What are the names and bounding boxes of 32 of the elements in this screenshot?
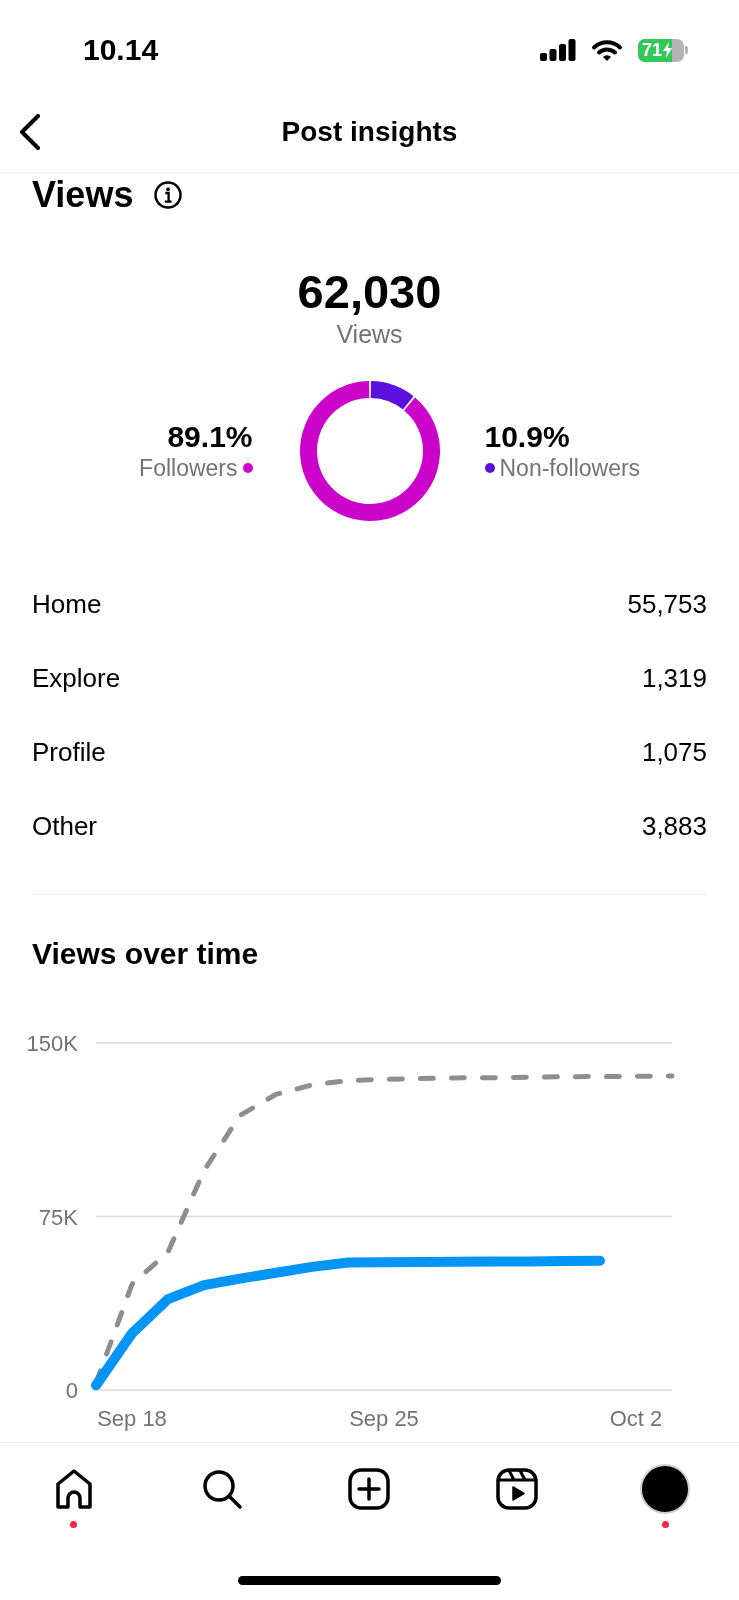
y-axis-label: 150K <box>26 1031 78 1056</box>
x-axis-label: Sep 25 <box>349 1406 419 1431</box>
back-icon[interactable] <box>19 114 41 150</box>
y-axis-label: 0 <box>65 1378 78 1403</box>
total-views-label: Views <box>336 320 403 348</box>
info-icon[interactable] <box>154 181 183 209</box>
row-label: Home <box>32 591 102 617</box>
battery-percentage: 71 <box>642 41 663 59</box>
add-icon[interactable] <box>347 1467 392 1511</box>
section-heading: Views <box>32 177 134 213</box>
percentage-value: 10.9% <box>484 420 570 454</box>
signal-icon <box>540 39 576 61</box>
row-label: Explore <box>32 665 121 691</box>
x-axis-label: Oct 2 <box>609 1406 663 1431</box>
video-play-icon[interactable] <box>495 1467 540 1511</box>
row-value: 1,075 <box>641 739 707 765</box>
total-views-count: 62,030 <box>297 266 442 318</box>
wifi-icon <box>591 39 623 61</box>
x-axis-label: Sep 18 <box>97 1406 167 1431</box>
profile-avatar[interactable] <box>640 1464 691 1514</box>
row-value: 1,319 <box>641 665 707 691</box>
legend-label: Followers <box>139 454 238 482</box>
percentage-value: 89.1% <box>167 420 253 454</box>
legend-label: Non-followers <box>499 454 641 482</box>
row-value: 3,883 <box>641 813 707 839</box>
status-time: 10.14 <box>83 35 159 65</box>
page-title: Post insights <box>281 118 458 146</box>
row-label: Profile <box>32 739 106 765</box>
row-value: 55,753 <box>627 591 707 617</box>
y-axis-label: 75K <box>38 1204 78 1230</box>
section-heading: Views over time <box>32 937 259 970</box>
row-label: Other <box>32 813 98 839</box>
